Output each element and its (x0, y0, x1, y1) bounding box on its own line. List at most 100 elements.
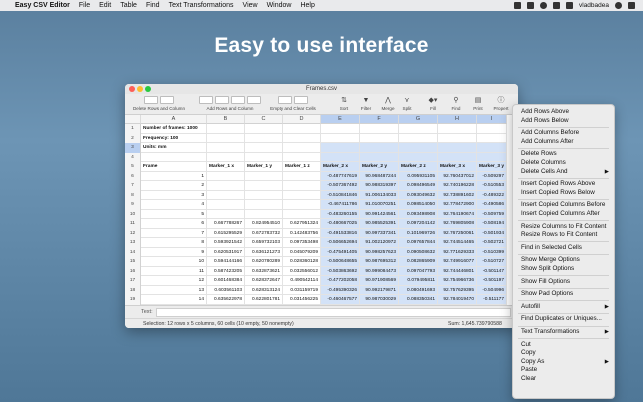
column-header-f[interactable]: F (360, 115, 399, 124)
column-header-i[interactable]: I (477, 115, 507, 124)
context-menu-item-show-merge-options[interactable]: Show Merge Options (513, 256, 614, 264)
print-button[interactable]: ▤ Print (468, 96, 488, 111)
table-cell[interactable] (360, 133, 399, 143)
table-cell[interactable]: 0.079495811 (399, 276, 438, 286)
table-cell[interactable]: 91.010070251 (360, 200, 399, 210)
table-cell[interactable] (477, 143, 507, 153)
column-header-g[interactable]: G (399, 115, 438, 124)
column-header-a[interactable]: A (141, 115, 207, 124)
table-cell[interactable] (321, 133, 360, 143)
table-cell[interactable]: 12 (141, 276, 207, 286)
table-cell[interactable]: 0.632873621 (245, 266, 283, 276)
table-cell[interactable]: -0.509759 (477, 209, 507, 219)
table-cell[interactable]: -0.506652694 (321, 238, 360, 248)
context-menu-item-paste[interactable]: Paste (513, 366, 614, 374)
table-cell[interactable]: 90.987030029 (360, 295, 399, 305)
table-cell[interactable]: 0.636121273 (245, 247, 283, 257)
table-cell[interactable]: Marker_1 x (207, 162, 245, 172)
table-cell[interactable]: 91.002120972 (360, 238, 399, 248)
spreadsheet-grid[interactable]: A B C D E F G H I 1 Number of frames: 1000 2 Frequen… (125, 115, 518, 305)
context-menu-item-add-columns-after[interactable]: Add Columns After (513, 138, 614, 146)
table-cell[interactable] (283, 143, 321, 153)
column-header-h[interactable]: H (438, 115, 477, 124)
table-cell[interactable]: -0.510399 (477, 247, 507, 257)
filter-button[interactable]: ▼ Filter (356, 96, 376, 111)
table-cell[interactable] (245, 200, 283, 210)
table-cell[interactable]: 6 (141, 219, 207, 229)
table-cell[interactable] (207, 209, 245, 219)
row-header[interactable]: 10 (125, 209, 141, 219)
table-cell[interactable]: 13 (141, 285, 207, 295)
table-cell[interactable]: 92.764190674 (438, 209, 477, 219)
table-cell[interactable]: Marker_2 y (360, 162, 399, 172)
table-cell[interactable] (399, 152, 438, 162)
table-cell[interactable]: Marker_1 z (283, 162, 321, 172)
table-cell[interactable] (283, 200, 321, 210)
table-cell[interactable] (283, 209, 321, 219)
table-cell[interactable] (477, 152, 507, 162)
table-cell[interactable]: -0.460467577 (321, 295, 360, 305)
table-cell[interactable] (207, 181, 245, 191)
row-header[interactable]: 12 (125, 228, 141, 238)
menu-text-transformations[interactable]: Text Transformations (169, 2, 234, 9)
context-menu-item-autofill[interactable]: Autofill ▶ (513, 303, 614, 311)
table-cell[interactable]: 0.093498908 (399, 209, 438, 219)
table-cell[interactable]: 91.006134033 (360, 190, 399, 200)
context-menu-item-add-rows-above[interactable]: Add Rows Above (513, 108, 614, 116)
context-menu-item-cut[interactable]: Cut (513, 341, 614, 349)
table-cell[interactable] (321, 143, 360, 153)
table-cell[interactable]: 0.620531917 (207, 247, 245, 257)
menu-window[interactable]: Window (267, 2, 292, 9)
table-cell[interactable]: 0.603561103 (207, 285, 245, 295)
table-cell[interactable]: 0.142483756 (283, 228, 321, 238)
table-cell[interactable]: 0.659732103 (245, 238, 283, 248)
table-cell[interactable]: 90.997337341 (360, 228, 399, 238)
table-cell[interactable]: 92.769805908 (438, 219, 477, 229)
table-cell[interactable] (245, 209, 283, 219)
fill-button[interactable]: ◆▾ Fill (423, 96, 443, 111)
table-cell[interactable]: -0.508194 (477, 219, 507, 229)
row-header[interactable]: 9 (125, 200, 141, 210)
column-header-c[interactable]: C (245, 115, 283, 124)
table-cell[interactable]: -0.511177 (477, 295, 507, 305)
row-header[interactable]: 8 (125, 190, 141, 200)
menu-file[interactable]: File (79, 2, 90, 9)
table-cell[interactable]: -0.495390326 (321, 285, 360, 295)
table-cell[interactable]: -0.510727 (477, 257, 507, 267)
table-cell[interactable]: 7 (141, 228, 207, 238)
column-header-e[interactable]: E (321, 115, 360, 124)
close-button[interactable] (129, 86, 135, 92)
row-header[interactable]: 19 (125, 295, 141, 305)
table-cell[interactable]: -0.501147 (477, 266, 507, 276)
table-cell[interactable] (360, 152, 399, 162)
table-cell[interactable]: 0.098514050 (399, 200, 438, 210)
grid-corner[interactable] (125, 115, 141, 124)
table-cell[interactable]: 90.998257623 (360, 247, 399, 257)
table-cell[interactable]: 90.988319397 (360, 181, 399, 191)
context-menu-item-find-duplicates-or-uniques[interactable]: Find Duplicates or Uniques... (513, 315, 614, 323)
table-cell[interactable]: 0.090508632 (399, 247, 438, 257)
table-cell[interactable]: 90.999084473 (360, 266, 399, 276)
table-cell[interactable]: 0.635622978 (207, 295, 245, 305)
table-cell[interactable]: 2 (141, 181, 207, 191)
table-cell[interactable]: -0.487747619 (321, 171, 360, 181)
split-button[interactable]: ⋎ Split (397, 96, 417, 111)
table-cell[interactable] (321, 152, 360, 162)
table-cell[interactable]: Marker_3 y (477, 162, 507, 172)
table-cell[interactable] (283, 133, 321, 143)
context-menu-item-show-split-options[interactable]: Show Split Options (513, 265, 614, 273)
table-cell[interactable]: -0.501197 (477, 276, 507, 286)
context-menu-item-delete-rows[interactable]: Delete Rows (513, 150, 614, 158)
table-cell[interactable]: 0.031456225 (283, 295, 321, 305)
table-cell[interactable]: 90.968487244 (360, 171, 399, 181)
context-menu-item-resize-rows-to-fit-content[interactable]: Resize Rows to Fit Content (513, 231, 614, 239)
table-cell[interactable]: 0.028360128 (283, 257, 321, 267)
table-cell[interactable] (360, 124, 399, 134)
table-cell[interactable]: -0.501934 (477, 228, 507, 238)
table-cell[interactable]: 11 (141, 266, 207, 276)
context-menu-item-insert-copied-rows-above[interactable]: Insert Copied Rows Above (513, 180, 614, 188)
table-cell[interactable]: 0.667788267 (207, 219, 245, 229)
table-cell[interactable] (245, 143, 283, 153)
table-cell[interactable] (438, 124, 477, 134)
find-button[interactable]: ⚲ Find (446, 96, 466, 111)
